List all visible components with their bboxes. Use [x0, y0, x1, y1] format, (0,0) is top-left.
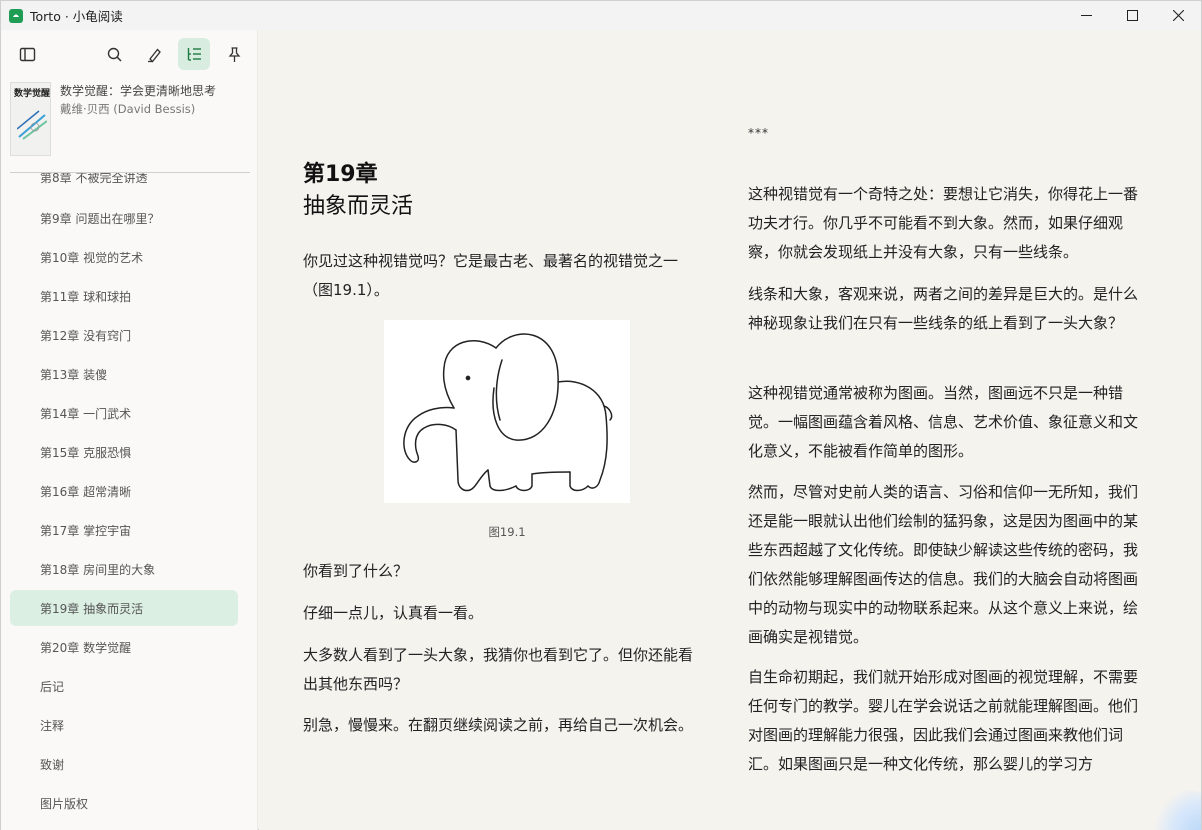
paragraph: 这种视错觉通常被称为图画。当然，图画远不只是一种错觉。一幅图画蕴含着风格、信息、…: [748, 384, 1139, 460]
search-icon: [107, 47, 122, 62]
reader-content[interactable]: 第19章 抽象而灵活 你见过这种视错觉吗？它是最古老、最著名的视错觉之一（图19…: [259, 30, 1201, 830]
toc-item[interactable]: 第16章 超常清晰: [10, 473, 238, 509]
title-bar: Torto · 小龟阅读: [1, 1, 1201, 30]
book-cover: 数学觉醒: [10, 82, 51, 156]
paragraph: 自生命初期起，我们就开始形成对图画的视觉理解，不需要任何专门的教学。婴儿在学会说…: [748, 668, 1139, 773]
toc-item[interactable]: 第10章 视觉的艺术: [10, 239, 238, 275]
book-info[interactable]: 数学觉醒 数学觉醒：学会更清晰地思考 戴维·贝西 (David Bessis): [10, 82, 250, 162]
paragraph: 线条和大象，客观来说，两者之间的差异是巨大的。是什么神秘现象让我们在只有一些线条…: [748, 285, 1139, 332]
toc-item[interactable]: 第15章 克服恐惧: [10, 434, 238, 470]
elephant-drawing-icon: [403, 333, 613, 492]
paragraph: 这种视错觉有一个奇特之处：要想让它消失，你得花上一番功夫才行。你几乎不可能看不到…: [748, 185, 1139, 261]
toc-item[interactable]: 致谢: [10, 746, 238, 782]
toc-item[interactable]: 第11章 球和球拍: [10, 278, 238, 314]
chapter-title: 抽象而灵活: [303, 194, 414, 219]
book-title: 数学觉醒：学会更清晰地思考: [60, 84, 217, 98]
toc-item[interactable]: 图片版权: [10, 785, 238, 821]
paragraph: 你看到了什么？: [303, 562, 409, 580]
toc-item-current[interactable]: 第19章 抽象而灵活: [10, 590, 238, 626]
close-icon: [1172, 10, 1184, 21]
sidebar: 数学觉醒 数学觉醒：学会更清晰地思考 戴维·贝西 (David Bessis) …: [1, 30, 258, 830]
chapter-number: 第19章: [303, 162, 378, 187]
maximize-icon: [1126, 10, 1138, 21]
toggle-sidebar-button[interactable]: [11, 38, 43, 70]
figure-elephant: [384, 320, 630, 503]
highlighter-icon: [147, 48, 161, 62]
window-title: Torto · 小龟阅读: [30, 9, 123, 24]
maximize-button[interactable]: [1109, 1, 1155, 30]
cover-title: 数学觉醒: [14, 89, 51, 99]
toc-button[interactable]: [178, 38, 210, 70]
toc-list-icon: [187, 47, 201, 61]
app-logo-icon: [9, 8, 23, 23]
minimize-button[interactable]: [1063, 1, 1109, 30]
app-window: Torto · 小龟阅读 数学觉醒 数学觉醒：学会更清晰地思考 戴维·贝西 (D…: [0, 0, 1202, 830]
paragraph: 仔细一点儿，认真看一看。: [303, 604, 484, 622]
paragraph: 你见过这种视错觉吗？它是最古老、最著名的视错觉之一（图19.1）。: [303, 252, 679, 299]
paragraph: 大多数人看到了一头大象，我猜你也看到它了。但你还能看出其他东西吗？: [303, 646, 694, 693]
window-controls: [1063, 1, 1201, 30]
pin-icon: [228, 46, 240, 62]
paragraph: 然而，尽管对史前人类的语言、习俗和信仰一无所知，我们还是能一眼就认出他们绘制的猛…: [748, 483, 1139, 646]
close-button[interactable]: [1155, 1, 1201, 30]
toc-item[interactable]: 第13章 装傻: [10, 356, 238, 392]
toc-item[interactable]: 注释: [10, 707, 238, 743]
minimize-icon: [1080, 15, 1092, 16]
toc-item[interactable]: 后记: [10, 668, 238, 704]
toc-item[interactable]: 第18章 房间里的大象: [10, 551, 238, 587]
toc-item[interactable]: 第20章 数学觉醒: [10, 629, 238, 665]
toc-item[interactable]: 第14章 一门武术: [10, 395, 238, 431]
search-button[interactable]: [98, 38, 130, 70]
toc-item[interactable]: 第17章 掌控宇宙: [10, 512, 238, 548]
pin-button[interactable]: [218, 38, 250, 70]
sidebar-toolbar: [1, 30, 258, 76]
sidebar-panel-icon: [19, 47, 35, 61]
toc-item[interactable]: 第8章 不被完全讲透: [10, 173, 238, 195]
toc-item[interactable]: 第12章 没有窍门: [10, 317, 238, 353]
highlight-button[interactable]: [138, 38, 170, 70]
section-separator: ***: [748, 126, 769, 140]
book-author: 戴维·贝西 (David Bessis): [60, 102, 196, 116]
corner-hotspot[interactable]: [1151, 790, 1201, 830]
cover-art-icon: [17, 110, 47, 140]
paragraph: 别急，慢慢来。在翻页继续阅读之前，再给自己一次机会。: [303, 716, 694, 734]
table-of-contents: 第8章 不被完全讲透 第9章 问题出在哪里？ 第10章 视觉的艺术 第11章 球…: [1, 173, 258, 830]
figure-caption: 图19.1: [488, 525, 526, 539]
toc-item[interactable]: 第9章 问题出在哪里？: [10, 200, 238, 236]
